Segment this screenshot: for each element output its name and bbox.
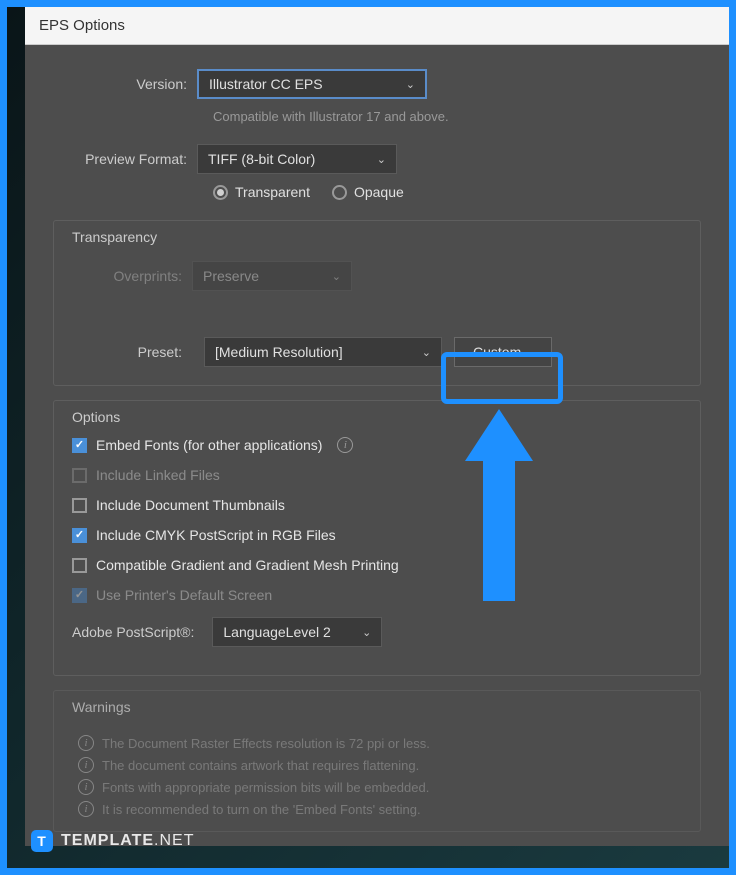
warnings-title: Warnings [72, 699, 682, 715]
info-icon: i [78, 735, 94, 751]
watermark-text2: .NET [154, 832, 194, 849]
custom-button-label: Custom... [473, 344, 533, 360]
eps-options-dialog: EPS Options Version: Illustrator CC EPS … [25, 7, 729, 846]
checkbox-compatible-gradient[interactable]: Compatible Gradient and Gradient Mesh Pr… [72, 557, 682, 573]
custom-button[interactable]: Custom... [454, 337, 552, 367]
preview-format-value: TIFF (8-bit Color) [208, 151, 315, 167]
warning-item: i The Document Raster Effects resolution… [72, 735, 682, 751]
transparency-section: Transparency Overprints: Preserve ⌄ Pres… [53, 220, 701, 386]
info-icon[interactable]: i [337, 437, 353, 453]
transparency-title: Transparency [72, 229, 682, 245]
version-helper: Compatible with Illustrator 17 and above… [213, 109, 701, 124]
options-section: Options Embed Fonts (for other applicati… [53, 400, 701, 676]
checkbox-icon [72, 438, 87, 453]
watermark: T TEMPLATE.NET [31, 830, 194, 852]
checkbox-include-linked: Include Linked Files [72, 467, 682, 483]
version-label: Version: [53, 76, 197, 92]
radio-transparent[interactable]: Transparent [213, 184, 310, 200]
checkbox-icon [72, 588, 87, 603]
include-cmyk-label: Include CMYK PostScript in RGB Files [96, 527, 336, 543]
warnings-section: Warnings i The Document Raster Effects r… [53, 690, 701, 832]
checkbox-icon [72, 558, 87, 573]
warning-text: The Document Raster Effects resolution i… [102, 736, 430, 751]
preset-select[interactable]: [Medium Resolution] ⌄ [204, 337, 442, 367]
chevron-down-icon: ⌄ [377, 153, 386, 166]
warning-text: Fonts with appropriate permission bits w… [102, 780, 429, 795]
radio-icon [332, 185, 347, 200]
postscript-select[interactable]: LanguageLevel 2 ⌄ [212, 617, 382, 647]
compatible-gradient-label: Compatible Gradient and Gradient Mesh Pr… [96, 557, 399, 573]
preset-label: Preset: [72, 344, 192, 360]
chevron-down-icon: ⌄ [422, 346, 431, 359]
checkbox-icon [72, 468, 87, 483]
postscript-label: Adobe PostScript®: [72, 624, 204, 640]
radio-opaque-label: Opaque [354, 184, 404, 200]
warning-item: i It is recommended to turn on the 'Embe… [72, 801, 682, 817]
radio-icon [213, 185, 228, 200]
info-icon: i [78, 757, 94, 773]
overprints-label: Overprints: [72, 268, 192, 284]
warning-text: The document contains artwork that requi… [102, 758, 419, 773]
chevron-down-icon: ⌄ [406, 78, 415, 91]
watermark-badge: T [31, 830, 53, 852]
use-printer-label: Use Printer's Default Screen [96, 587, 272, 603]
embed-fonts-label: Embed Fonts (for other applications) [96, 437, 322, 453]
warning-item: i The document contains artwork that req… [72, 757, 682, 773]
info-icon: i [78, 801, 94, 817]
warning-text: It is recommended to turn on the 'Embed … [102, 802, 421, 817]
version-select[interactable]: Illustrator CC EPS ⌄ [197, 69, 427, 99]
include-linked-label: Include Linked Files [96, 467, 220, 483]
preview-format-select[interactable]: TIFF (8-bit Color) ⌄ [197, 144, 397, 174]
info-icon: i [78, 779, 94, 795]
radio-opaque[interactable]: Opaque [332, 184, 404, 200]
postscript-value: LanguageLevel 2 [223, 624, 330, 640]
checkbox-icon [72, 498, 87, 513]
checkbox-include-cmyk[interactable]: Include CMYK PostScript in RGB Files [72, 527, 682, 543]
dialog-title: EPS Options [25, 7, 729, 45]
options-title: Options [72, 409, 682, 425]
chevron-down-icon: ⌄ [362, 626, 371, 639]
checkbox-embed-fonts[interactable]: Embed Fonts (for other applications) i [72, 437, 682, 453]
preset-value: [Medium Resolution] [215, 344, 343, 360]
include-thumbs-label: Include Document Thumbnails [96, 497, 285, 513]
radio-transparent-label: Transparent [235, 184, 310, 200]
checkbox-include-thumbs[interactable]: Include Document Thumbnails [72, 497, 682, 513]
watermark-text1: TEMPLATE [61, 832, 154, 849]
version-value: Illustrator CC EPS [209, 76, 323, 92]
overprints-select: Preserve ⌄ [192, 261, 352, 291]
checkbox-icon [72, 528, 87, 543]
warning-item: i Fonts with appropriate permission bits… [72, 779, 682, 795]
checkbox-use-printer: Use Printer's Default Screen [72, 587, 682, 603]
preview-format-label: Preview Format: [53, 151, 197, 167]
chevron-down-icon: ⌄ [332, 270, 341, 283]
overprints-value: Preserve [203, 268, 259, 284]
